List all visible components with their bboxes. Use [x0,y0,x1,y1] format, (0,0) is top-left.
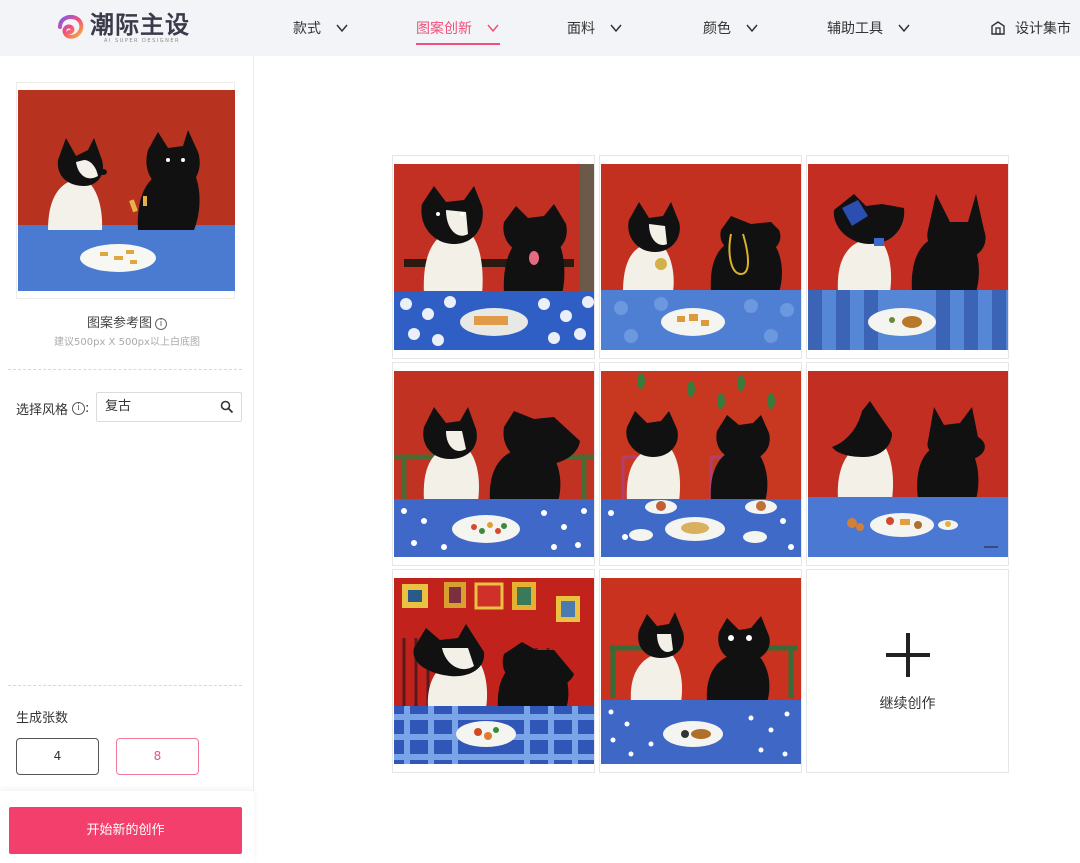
dog-painting-image [601,578,801,764]
continue-creating-button[interactable]: 继续创作 [806,569,1009,773]
info-icon[interactable]: i [72,402,86,415]
dog-painting-image [394,164,594,350]
chevron-down-icon [746,24,758,33]
chevron-down-icon [898,24,910,33]
nav-label: 辅助工具 [827,21,883,37]
result-image-4[interactable] [392,362,595,566]
nav-label: 颜色 [703,21,731,37]
dog-painting-image [394,371,594,557]
style-label: 选择风格 i : [16,399,89,418]
reference-caption: 图案参考图 i [0,312,254,331]
nav-tools[interactable]: 辅助工具 [827,0,911,56]
result-grid: 继续创作 [392,155,1009,773]
continue-creating-label: 继续创作 [879,696,936,712]
reference-hint: 建议500px X 500px以上白底图 [54,337,200,348]
count-label: 生成张数 [16,711,69,726]
nav-pattern-innovation[interactable]: 图案创新 [416,0,500,56]
reference-image [18,90,235,291]
divider [8,685,242,686]
dog-painting-image [808,164,1008,350]
style-label-text: 选择风格 [16,403,69,418]
result-image-3[interactable] [806,155,1009,359]
nav-label: 图案创新 [416,21,472,37]
dog-painting-image [808,371,1008,557]
style-label-colon: : [85,401,90,416]
divider [8,369,242,370]
count-option-8[interactable]: 8 [116,738,199,775]
info-icon[interactable]: i [155,318,167,330]
style-value: 复古 [105,399,132,414]
result-image-8[interactable] [599,569,802,773]
chevron-down-icon [336,24,348,33]
left-sidebar: 图案参考图 i 建议500px X 500px以上白底图 选择风格 i : 复古 … [0,56,254,863]
chevron-down-icon [610,24,622,33]
design-market-link[interactable]: 设计集市 [990,0,1071,56]
store-icon [991,21,1005,35]
logo[interactable]: 潮际主设 AI SUPER DESIGNER [56,10,190,50]
dog-painting-image [394,578,594,764]
reference-title: 图案参考图 [86,316,152,331]
count-option-4[interactable]: 4 [16,738,99,775]
chameleon-logo-icon [58,15,84,39]
result-image-7[interactable] [392,569,595,773]
market-label: 设计集市 [1015,21,1071,37]
brand-name: 潮际主设 [90,10,190,39]
dog-painting-image [601,164,801,350]
nav-style[interactable]: 款式 [293,0,349,56]
result-image-6[interactable] [806,362,1009,566]
nav-label: 款式 [293,21,321,37]
result-image-5[interactable] [599,362,802,566]
result-image-1[interactable] [392,155,595,359]
style-search-input[interactable]: 复古 [96,392,242,422]
dog-painting-image [601,371,801,557]
nav-color[interactable]: 颜色 [703,0,759,56]
top-nav-bar: 潮际主设 AI SUPER DESIGNER 款式 图案创新 面料 颜色 辅助工… [0,0,1080,56]
nav-fabric[interactable]: 面料 [567,0,623,56]
start-button-area: 开始新的创作 [0,791,254,863]
chevron-down-icon [487,24,499,33]
active-tab-indicator [416,43,500,45]
start-new-creation-button[interactable]: 开始新的创作 [9,807,242,854]
search-icon[interactable] [220,400,234,414]
nav-label: 面料 [567,21,595,37]
result-image-2[interactable] [599,155,802,359]
brand-subtitle: AI SUPER DESIGNER [104,38,180,44]
reference-image-upload[interactable] [16,82,235,299]
plus-icon [885,633,930,677]
